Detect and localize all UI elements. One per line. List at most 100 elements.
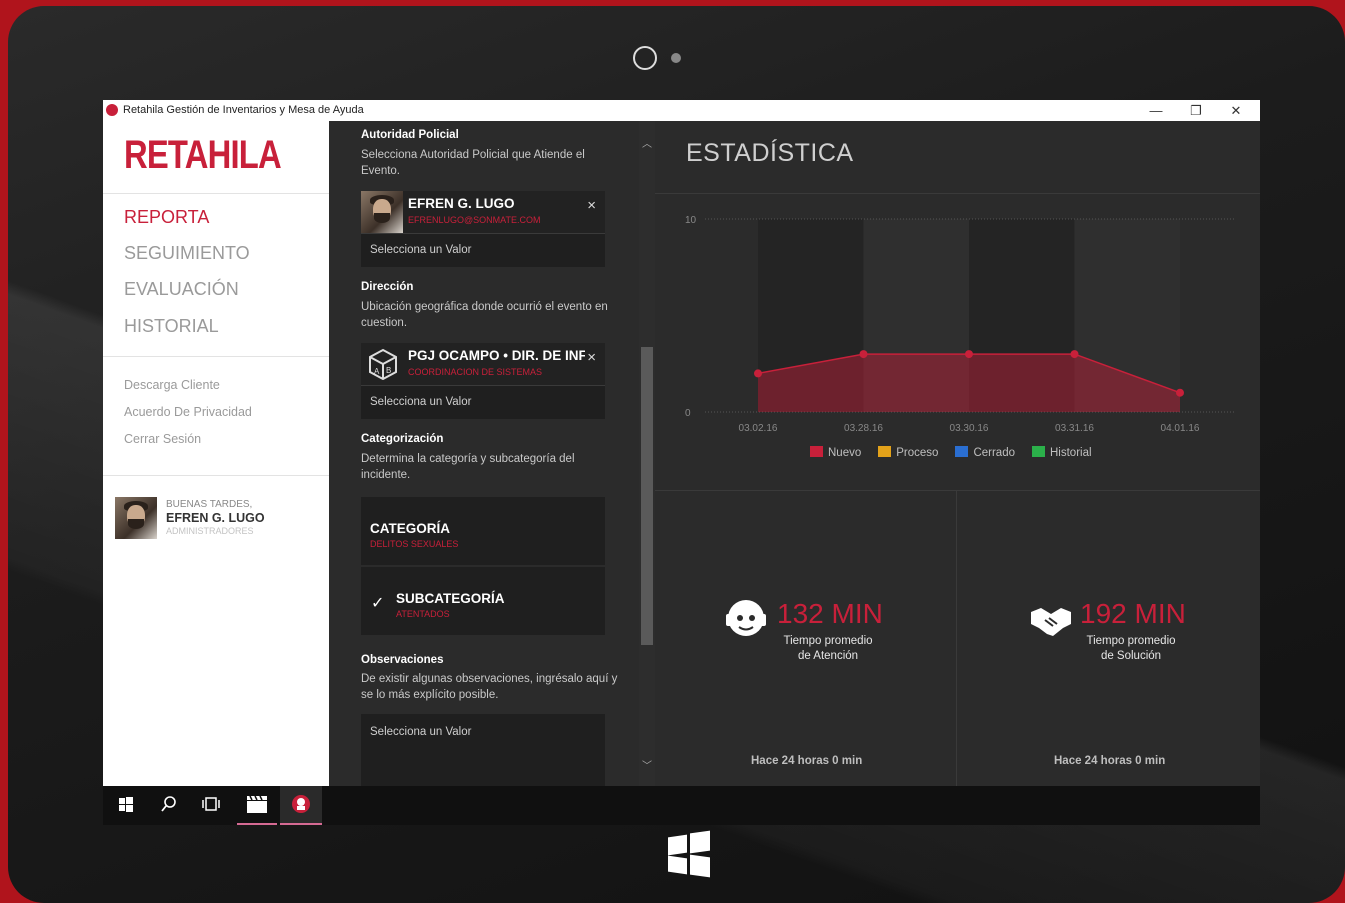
data-point-nuevo [1070, 350, 1079, 359]
data-point-nuevo [1176, 388, 1184, 397]
window-title: Retahila Gestión de Inventarios y Mesa d… [123, 104, 364, 116]
divider [956, 490, 957, 786]
direccion-sub: COORDINACION DE SISTEMAS [408, 367, 543, 377]
divider [103, 356, 329, 357]
chart-legend: Nuevo Proceso Cerrado Historial [810, 446, 1109, 459]
user-avatar[interactable] [115, 497, 157, 539]
nav-item-seguimiento[interactable]: SEGUIMIENTO [124, 243, 250, 264]
stats-panel: ESTADÍSTICA 0 10 03.02.16 03.28.16 03.30.16 0… [655, 121, 1260, 786]
search-icon[interactable] [148, 786, 188, 823]
scroll-down-icon[interactable]: ﹀ [642, 757, 652, 772]
form-scrollbar[interactable]: ︿ ﹀ [639, 121, 655, 786]
direccion-description: Ubicación geográfica donde ocurrió el ev… [361, 301, 608, 329]
categoria-title: CATEGORÍA [370, 521, 450, 536]
stats-chart: 0 10 03.02.16 03.28.16 03.30.16 03.31.16 04.01… [685, 215, 1235, 434]
subcategoria-title: SUBCATEGORÍA [396, 591, 505, 606]
legend-item-proceso: Proceso [878, 446, 939, 459]
link-cerrar-sesion[interactable]: Cerrar Sesión [124, 432, 201, 446]
divider [655, 193, 1260, 194]
x-tick-label: 03.28.16 [844, 423, 883, 434]
remove-icon[interactable]: × [585, 349, 596, 366]
retahila-app-icon[interactable] [280, 786, 322, 825]
divider [103, 193, 329, 194]
categoria-selector[interactable]: CATEGORÍA DELITOS SEXUALES [361, 497, 605, 565]
app-screen: Retahila Gestión de Inventarios y Mesa d… [103, 100, 1260, 825]
legend-item-historial: Historial [1032, 446, 1092, 459]
minimize-button[interactable]: — [1136, 100, 1176, 121]
categorizacion-description: Determina la categoría y subcategoría de… [361, 453, 575, 481]
x-tick-label: 03.31.16 [1055, 423, 1094, 434]
data-point-nuevo [754, 369, 762, 378]
legend-item-nuevo: Nuevo [810, 446, 862, 459]
window-titlebar: Retahila Gestión de Inventarios y Mesa d… [103, 100, 1260, 121]
data-point-nuevo [859, 350, 868, 359]
nav-item-evaluacion[interactable]: EVALUACIÓN [124, 279, 239, 300]
user-role: ADMINISTRADORES [166, 526, 254, 536]
sensor-dot [671, 53, 681, 63]
y-tick-label: 10 [685, 215, 697, 226]
divider [655, 490, 1260, 491]
legend-swatch [1032, 446, 1045, 457]
atencion-footer: Hace 24 horas 0 min [751, 755, 863, 767]
nav-item-reporta[interactable]: REPORTA [124, 207, 209, 228]
app-logo-icon [106, 104, 118, 116]
windows-start-icon[interactable] [105, 786, 145, 823]
autoridad-name: EFREN G. LUGO [408, 196, 515, 211]
legend-label: Cerrado [973, 447, 1015, 459]
restore-button[interactable]: ❐ [1176, 100, 1216, 121]
observaciones-heading: Observaciones [361, 654, 444, 666]
link-privacidad[interactable]: Acuerdo De Privacidad [124, 405, 252, 419]
x-tick-label: 03.30.16 [950, 423, 989, 434]
legend-label: Proceso [896, 447, 939, 459]
direccion-heading: Dirección [361, 281, 414, 293]
observaciones-textarea[interactable]: Selecciona un Valor [361, 714, 605, 786]
svg-text:B: B [386, 366, 391, 375]
legend-swatch [878, 446, 892, 457]
solucion-label-2: de Solución [1100, 650, 1162, 662]
building-block-icon: AB [367, 348, 399, 381]
legend-swatch [955, 446, 969, 457]
clapper-icon[interactable] [237, 786, 277, 825]
autoridad-select[interactable]: Selecciona un Valor [361, 233, 605, 267]
solucion-value: 192 MIN [1080, 598, 1186, 629]
legend-item-cerrado: Cerrado [955, 446, 1015, 459]
link-descarga-cliente[interactable]: Descarga Cliente [124, 378, 220, 392]
legend-label: Nuevo [828, 447, 862, 459]
officer-avatar [361, 191, 403, 233]
y-tick-label: 0 [685, 408, 691, 419]
camera-icon [633, 46, 657, 70]
nav-item-historial[interactable]: HISTORIAL [124, 316, 219, 337]
autoridad-description: Selecciona Autoridad Policial que Atiend… [361, 149, 585, 177]
legend-swatch [810, 446, 823, 457]
greeting: BUENAS TARDES, [166, 499, 253, 510]
scroll-thumb[interactable] [641, 347, 653, 645]
close-button[interactable]: ✕ [1216, 100, 1256, 121]
sidebar: RETAHILA REPORTA SEGUIMIENTO EVALUACIÓN … [103, 121, 329, 786]
direccion-card[interactable]: AB PGJ OCAMPO • DIR. DE INFO COORDINACIO… [361, 343, 605, 385]
support-agent-icon [725, 597, 767, 639]
atencion-label-2: de Atención [797, 650, 859, 662]
handshake-icon [1029, 604, 1073, 638]
categorizacion-heading: Categorización [361, 433, 444, 445]
atencion-value: 132 MIN [777, 598, 883, 629]
report-form: Autoridad Policial Selecciona Autoridad … [329, 121, 639, 786]
windows-home-icon[interactable] [668, 830, 710, 878]
direccion-name: PGJ OCAMPO • DIR. DE INFO [408, 348, 590, 363]
user-name: EFREN G. LUGO [166, 511, 265, 525]
legend-label: Historial [1050, 447, 1092, 459]
x-tick-label: 04.01.16 [1161, 423, 1200, 434]
solucion-footer: Hace 24 horas 0 min [1054, 755, 1166, 767]
autoridad-card[interactable]: EFREN G. LUGO EFRENLUGO@SONMATE.COM × [361, 191, 605, 233]
data-point-nuevo [965, 350, 973, 359]
direccion-select[interactable]: Selecciona un Valor [361, 385, 605, 419]
taskbar [103, 786, 1260, 825]
observaciones-description: De existir algunas observaciones, ingrés… [361, 673, 618, 701]
remove-icon[interactable]: × [587, 197, 596, 214]
subcategoria-selector[interactable]: ✓ SUBCATEGORÍA ATENTADOS [361, 567, 605, 635]
brand-logo: RETAHILA [124, 133, 282, 177]
categoria-value: DELITOS SEXUALES [370, 539, 459, 549]
scroll-up-icon[interactable]: ︿ [642, 135, 652, 150]
x-tick-label: 03.02.16 [739, 423, 778, 434]
task-view-icon[interactable] [191, 786, 231, 823]
stats-title: ESTADÍSTICA [686, 139, 854, 167]
